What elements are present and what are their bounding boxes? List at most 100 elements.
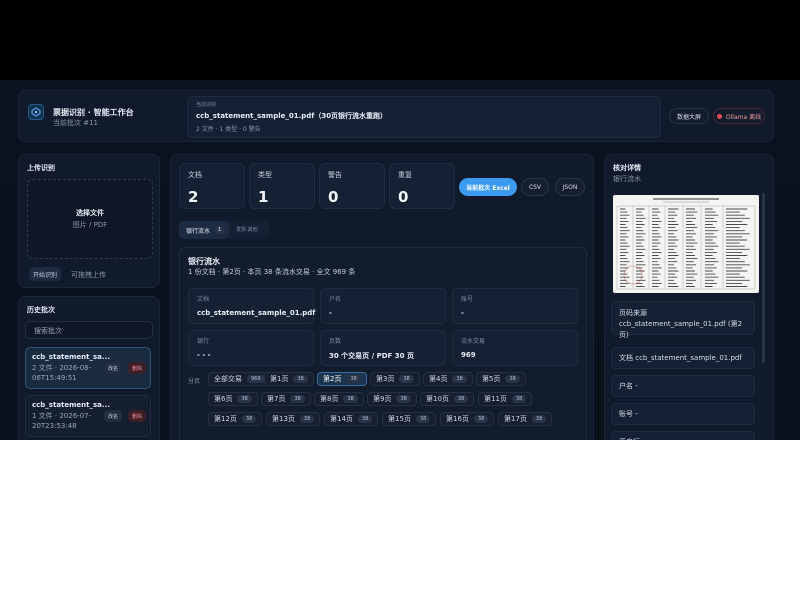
page-chip-label: 第2页 <box>323 375 342 383</box>
ollama-status-button[interactable]: Ollama 离线 <box>713 108 765 124</box>
page-chip[interactable]: 第3页 38 <box>370 372 420 386</box>
export-excel-button[interactable]: 当前批次 Excel <box>459 178 517 196</box>
page-chip-label: 第12页 <box>214 415 237 423</box>
field-key: 账号 <box>461 296 474 303</box>
page-chip[interactable]: 第7页 38 <box>261 392 311 406</box>
page-chip-label: 第4页 <box>429 375 448 383</box>
stat-label: 警告 <box>328 171 342 179</box>
page-chip-label: 第8页 <box>320 395 339 403</box>
field-key: 页数 <box>329 338 342 345</box>
tab-other[interactable]: 发票·其他 <box>236 226 258 233</box>
delete-button[interactable]: 删除 <box>128 410 147 422</box>
page-chip[interactable]: 第2页 38 <box>317 372 367 386</box>
main-panel: 文档 2 类型 1 警告 0 重复 0 当前批次 Excel CSV JSON … <box>170 154 594 440</box>
tab-count: 1 <box>215 226 225 234</box>
page-chip[interactable]: 第10页 38 <box>420 392 475 406</box>
detail-bank: 开户行 - <box>611 431 755 440</box>
tab-bar: 银行流水 1 发票·其他 <box>179 221 269 239</box>
header-bar: 票据识别 · 智能工作台 当前批次 #11 当前识别 ccb_statement… <box>18 90 774 142</box>
page-chip[interactable]: 第16页 38 <box>440 412 495 426</box>
stat-label: 文档 <box>188 171 202 179</box>
page-chip[interactable]: 第12页 38 <box>208 412 263 426</box>
detail-panel: 核对详情 银行流水 页码来源 ccb_statement_sample_01.p… <box>604 154 774 440</box>
rename-button[interactable]: 改名 <box>104 410 123 422</box>
page-chip-label: 第14页 <box>330 415 353 423</box>
dashboard-button[interactable]: 数据大屏 <box>669 108 709 124</box>
export-csv-button[interactable]: CSV <box>521 178 549 196</box>
section-subtitle: 1 份文档 · 第2页 · 本页 38 条流水交易 · 全文 969 条 <box>188 268 356 276</box>
page-chip-label: 第16页 <box>446 415 469 423</box>
start-recognition-button[interactable]: 开始识别 <box>29 267 62 281</box>
page-chip[interactable]: 第6页 38 <box>208 392 258 406</box>
history-search-input[interactable]: 搜索批次 <box>25 321 153 339</box>
detail-scrollbar[interactable] <box>762 193 765 363</box>
rename-button[interactable]: 改名 <box>104 362 123 374</box>
page-chip-label: 第7页 <box>267 395 286 403</box>
history-item[interactable]: ccb_statement_sa... 1 文件 · 2026-07- 20T2… <box>25 395 151 437</box>
upload-hint: 图片 / PDF <box>72 221 108 229</box>
field-account-name: 户名 - <box>320 288 446 324</box>
page-chip-count: 38 <box>505 375 520 383</box>
delete-button[interactable]: 删除 <box>128 362 147 374</box>
detail-source-text: 页码来源 ccb_statement_sample_01.pdf (第2页) <box>619 309 743 339</box>
field-transactions: 流水交易 969 <box>452 330 578 366</box>
field-value: - <box>461 309 464 317</box>
page-chip[interactable]: 第5页 38 <box>476 372 526 386</box>
page-chip[interactable]: 第4页 38 <box>423 372 473 386</box>
field-value: 969 <box>461 351 476 359</box>
history-item[interactable]: ccb_statement_sa... 2 文件 · 2026-08- 06T1… <box>25 347 151 389</box>
stat-label: 重复 <box>398 171 412 179</box>
page-chip-label: 第11页 <box>484 395 507 403</box>
history-item-time: 06T15:49:51 <box>32 374 77 382</box>
detail-title: 核对详情 <box>613 164 641 172</box>
document-preview-image[interactable] <box>613 195 759 293</box>
stat-label: 类型 <box>258 171 272 179</box>
field-value: - <box>329 309 332 317</box>
detail-source: 页码来源 ccb_statement_sample_01.pdf (第2页) <box>611 301 755 339</box>
page-chip[interactable]: 第17页 38 <box>498 412 553 426</box>
upload-tip: 可拖拽上传 <box>71 271 106 279</box>
page-chip-label: 第17页 <box>504 415 527 423</box>
page-chip-label: 第10页 <box>426 395 449 403</box>
field-value: 30 个交易页 / PDF 30 页 <box>329 352 414 360</box>
page-chip-count: 38 <box>290 395 305 403</box>
app-logo-icon <box>28 104 44 120</box>
page-chip[interactable]: 第1页 38 <box>264 372 314 386</box>
page-chip-count: 969 <box>247 375 265 383</box>
detail-subtitle: 银行流水 <box>613 175 641 183</box>
page-chip[interactable]: 第11页 38 <box>478 392 533 406</box>
page-chip-count: 38 <box>415 415 431 423</box>
upload-dropzone[interactable]: 选择文件 图片 / PDF <box>27 179 153 259</box>
page-chip-count: 38 <box>237 395 252 403</box>
page-chip-label: 第1页 <box>270 375 289 383</box>
history-item-time: 20T23:53:48 <box>32 422 77 430</box>
page-chip[interactable]: 第8页 38 <box>314 392 364 406</box>
page-chip-label: 第3页 <box>376 375 395 383</box>
page-chip[interactable]: 第13页 38 <box>266 412 321 426</box>
page-chip-count: 38 <box>346 375 361 383</box>
app-title: 票据识别 · 智能工作台 <box>53 108 134 117</box>
stat-card-warnings: 警告 0 <box>319 163 385 209</box>
page-chip-count: 38 <box>531 415 547 423</box>
page-chip-label: 全部交易 <box>214 375 242 383</box>
field-pages: 页数 30 个交易页 / PDF 30 页 <box>320 330 446 366</box>
page-chip[interactable]: 第14页 38 <box>324 412 379 426</box>
page-chip-count: 38 <box>293 375 308 383</box>
page-chip-count: 38 <box>473 415 489 423</box>
export-json-button[interactable]: JSON <box>555 178 585 196</box>
page-chip[interactable]: 第9页 38 <box>367 392 417 406</box>
upload-panel: 上传识别 选择文件 图片 / PDF 开始识别 可拖拽上传 <box>18 154 160 288</box>
detail-account-name: 户名 - <box>611 375 755 397</box>
app-window: 票据识别 · 智能工作台 当前批次 #11 当前识别 ccb_statement… <box>0 80 800 440</box>
page-chip-label: 第15页 <box>388 415 411 423</box>
page-chip-label: 第6页 <box>214 395 233 403</box>
pagination-label: 分页 <box>188 378 201 385</box>
page-chip[interactable]: 全部交易 969 <box>208 372 271 386</box>
page-chip-count: 38 <box>396 395 411 403</box>
page-chip-count: 38 <box>357 415 373 423</box>
history-panel: 历史批次 搜索批次 ccb_statement_sa... 2 文件 · 202… <box>18 296 160 440</box>
page-chip[interactable]: 第15页 38 <box>382 412 437 426</box>
page-chip-count: 38 <box>453 395 469 403</box>
tab-bank-statement[interactable]: 银行流水 1 <box>179 221 229 239</box>
section-title: 银行流水 <box>188 257 220 266</box>
